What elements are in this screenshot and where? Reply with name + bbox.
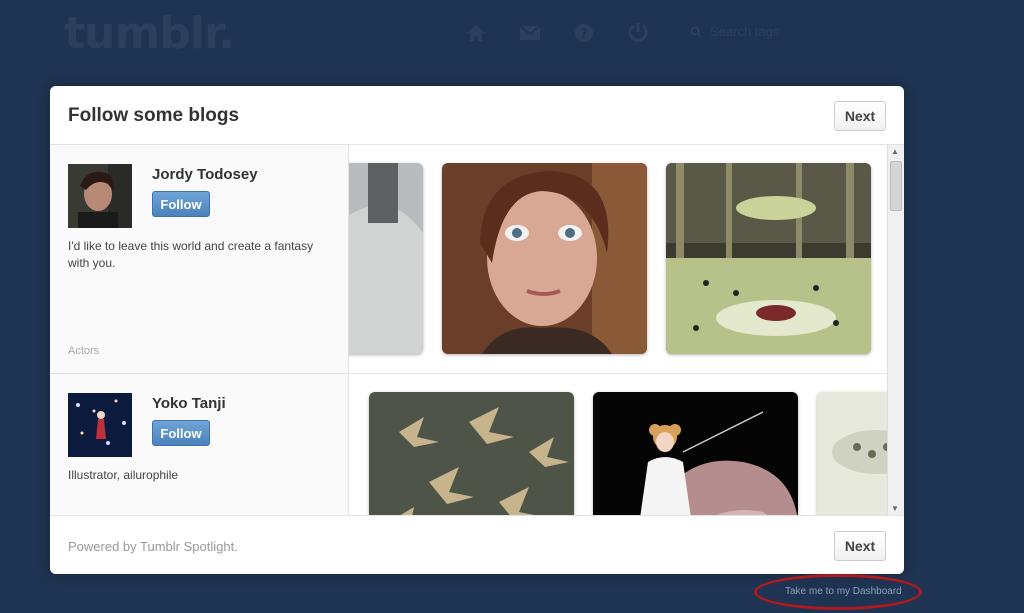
blog-photo[interactable] [817, 392, 888, 515]
follow-button[interactable]: Follow [152, 420, 210, 446]
blog-photo[interactable] [349, 163, 423, 354]
blog-photo[interactable] [593, 392, 798, 515]
blog-photos [349, 374, 888, 515]
help-icon[interactable]: ? [573, 22, 595, 44]
mail-icon[interactable] [519, 22, 541, 44]
blog-photo[interactable] [369, 392, 574, 515]
tumblr-logo[interactable]: tumblr. [64, 8, 235, 59]
avatar[interactable] [68, 164, 132, 228]
svg-text:?: ? [580, 27, 588, 42]
blog-info: Jordy Todosey Follow I'd like to leave t… [50, 145, 349, 373]
blog-category: Actors [68, 345, 100, 357]
blog-description: I'd like to leave this world and create … [68, 239, 314, 270]
modal-title: Follow some blogs [68, 105, 240, 126]
blog-row: Yoko Tanji Follow Illustrator, ailurophi… [50, 374, 888, 515]
scroll-thumb[interactable] [890, 161, 902, 211]
blog-list[interactable]: Jordy Todosey Follow I'd like to leave t… [50, 145, 904, 515]
powered-by-text: Powered by Tumblr Spotlight. [68, 539, 238, 554]
modal-footer: Powered by Tumblr Spotlight. Next [50, 515, 904, 574]
blog-info: Yoko Tanji Follow Illustrator, ailurophi… [50, 374, 349, 515]
blog-photo[interactable] [442, 163, 647, 354]
avatar[interactable] [68, 393, 132, 457]
modal-scrollbar[interactable]: ▲ ▼ [887, 145, 904, 515]
follow-button[interactable]: Follow [152, 191, 210, 217]
blog-photos [349, 145, 888, 373]
scroll-up-icon[interactable]: ▲ [891, 147, 899, 156]
blog-name[interactable]: Yoko Tanji [152, 395, 226, 412]
next-button-top[interactable]: Next [834, 101, 886, 131]
scroll-down-icon[interactable]: ▼ [891, 504, 899, 513]
home-icon[interactable] [465, 22, 487, 44]
follow-blogs-modal: Follow some blogs Next Jordy Todosey Fol… [50, 86, 904, 574]
power-icon[interactable] [627, 21, 649, 43]
search-placeholder: Search tags [710, 24, 780, 39]
search-icon [690, 26, 702, 38]
next-button-bottom[interactable]: Next [834, 531, 886, 561]
blog-row: Jordy Todosey Follow I'd like to leave t… [50, 145, 888, 374]
dashboard-link[interactable]: Take me to my Dashboard [785, 586, 902, 597]
blog-photo[interactable] [666, 163, 871, 354]
blog-name[interactable]: Jordy Todosey [152, 166, 258, 183]
modal-header: Follow some blogs Next [50, 86, 904, 145]
search-box[interactable]: Search tags [690, 24, 779, 39]
blog-description: Illustrator, ailurophile [68, 468, 179, 482]
